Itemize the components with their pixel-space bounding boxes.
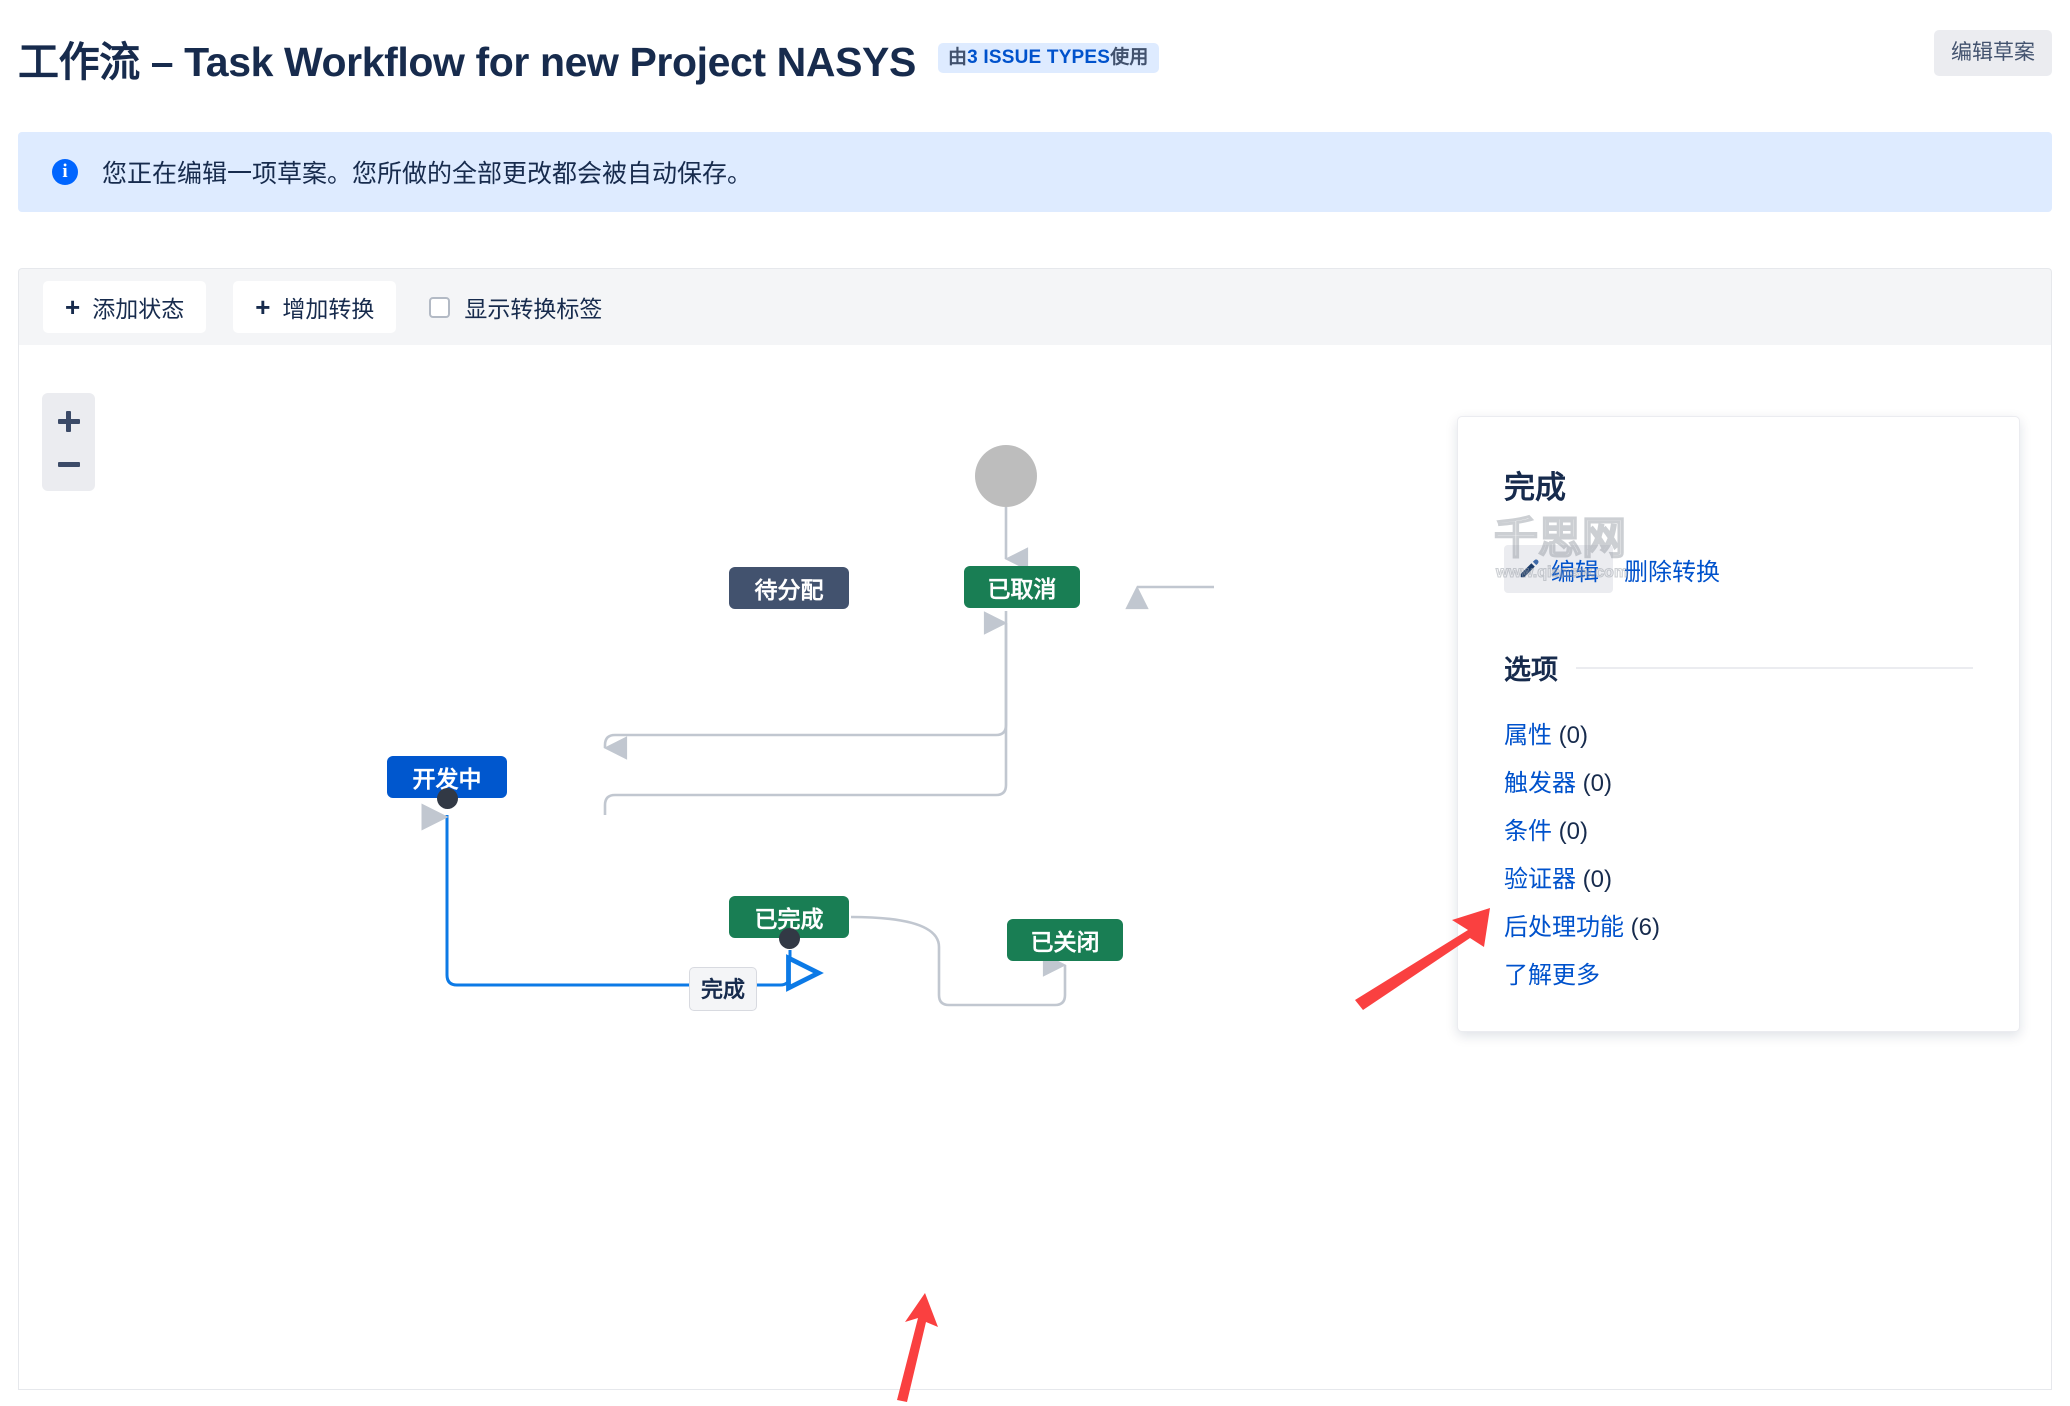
transition-details-panel: 完成 编辑 删除转换 选项 属性 (0) 触发器 (0) 条件 (0) 验证器 … xyxy=(1457,416,2020,1032)
panel-actions: 编辑 删除转换 xyxy=(1504,545,1973,593)
add-status-button[interactable]: + 添加状态 xyxy=(43,281,207,333)
plus-icon: + xyxy=(65,292,81,322)
show-transition-labels-label: 显示转换标签 xyxy=(464,296,603,322)
options-divider xyxy=(1576,666,1973,669)
list-item: 属性 (0) xyxy=(1504,715,1973,750)
show-transition-labels-checkbox[interactable] xyxy=(429,296,451,318)
option-link-properties[interactable]: 属性 xyxy=(1504,722,1552,749)
list-item: 触发器 (0) xyxy=(1504,763,1973,798)
delete-transition-link[interactable]: 删除转换 xyxy=(1624,552,1720,587)
start-node[interactable] xyxy=(975,445,1037,507)
connector-dot-inprogress[interactable] xyxy=(437,788,458,809)
page-header: 工作流 – Task Workflow for new Project NASY… xyxy=(0,0,2070,112)
issue-types-badge: 由3 ISSUE TYPES 使用 xyxy=(937,43,1159,73)
pencil-icon xyxy=(1520,559,1539,578)
option-link-validators[interactable]: 验证器 xyxy=(1504,866,1576,893)
option-count-post-functions: (6) xyxy=(1630,914,1661,941)
add-status-label: 添加状态 xyxy=(92,296,185,322)
edit-transition-label: 编辑 xyxy=(1551,558,1599,586)
option-link-learn-more[interactable]: 了解更多 xyxy=(1504,962,1600,989)
list-item: 后处理功能 (6) xyxy=(1504,907,1973,942)
list-item: 了解更多 xyxy=(1504,955,1973,990)
banner-text: 您正在编辑一项草案。您所做的全部更改都会被自动保存。 xyxy=(102,160,753,188)
status-node-pending[interactable]: 待分配 xyxy=(729,567,849,609)
workflow-toolbar: + 添加状态 + 增加转换 显示转换标签 xyxy=(18,268,2052,345)
info-icon: i xyxy=(52,159,78,185)
option-link-post-functions[interactable]: 后处理功能 xyxy=(1504,914,1624,941)
option-count-conditions: (0) xyxy=(1558,818,1589,845)
list-item: 验证器 (0) xyxy=(1504,859,1973,894)
options-header-text: 选项 xyxy=(1504,655,1558,685)
option-link-conditions[interactable]: 条件 xyxy=(1504,818,1552,845)
panel-title: 完成 xyxy=(1504,470,1566,505)
status-node-closed[interactable]: 已关闭 xyxy=(1007,919,1123,961)
badge-suffix: 使用 xyxy=(1110,47,1149,68)
badge-highlight: 3 ISSUE TYPES xyxy=(967,47,1111,68)
badge-prefix: 由 xyxy=(947,47,968,68)
edit-draft-button[interactable]: 编辑草案 xyxy=(1934,30,2052,77)
transition-label-done[interactable]: 完成 xyxy=(689,967,758,1011)
page-title: 工作流 – Task Workflow for new Project NASY… xyxy=(18,39,916,85)
show-transition-labels-toggle[interactable]: 显示转换标签 xyxy=(429,290,602,324)
title-row: 工作流 – Task Workflow for new Project NASY… xyxy=(18,28,1159,88)
draft-info-banner: i 您正在编辑一项草案。您所做的全部更改都会被自动保存。 xyxy=(18,132,2052,212)
list-item: 条件 (0) xyxy=(1504,811,1973,846)
options-list: 属性 (0) 触发器 (0) 条件 (0) 验证器 (0) 后处理功能 (6) … xyxy=(1504,715,1973,990)
option-count-properties: (0) xyxy=(1558,722,1589,749)
option-count-triggers: (0) xyxy=(1582,770,1613,797)
options-section-header: 选项 xyxy=(1504,648,1973,687)
edit-transition-button[interactable]: 编辑 xyxy=(1504,545,1613,593)
connector-dot-done[interactable] xyxy=(779,928,800,949)
add-transition-label: 增加转换 xyxy=(282,296,375,322)
add-transition-button[interactable]: + 增加转换 xyxy=(233,281,397,333)
plus-icon: + xyxy=(255,292,271,322)
option-count-validators: (0) xyxy=(1582,866,1613,893)
option-link-triggers[interactable]: 触发器 xyxy=(1504,770,1576,797)
status-node-cancelled[interactable]: 已取消 xyxy=(964,566,1080,608)
